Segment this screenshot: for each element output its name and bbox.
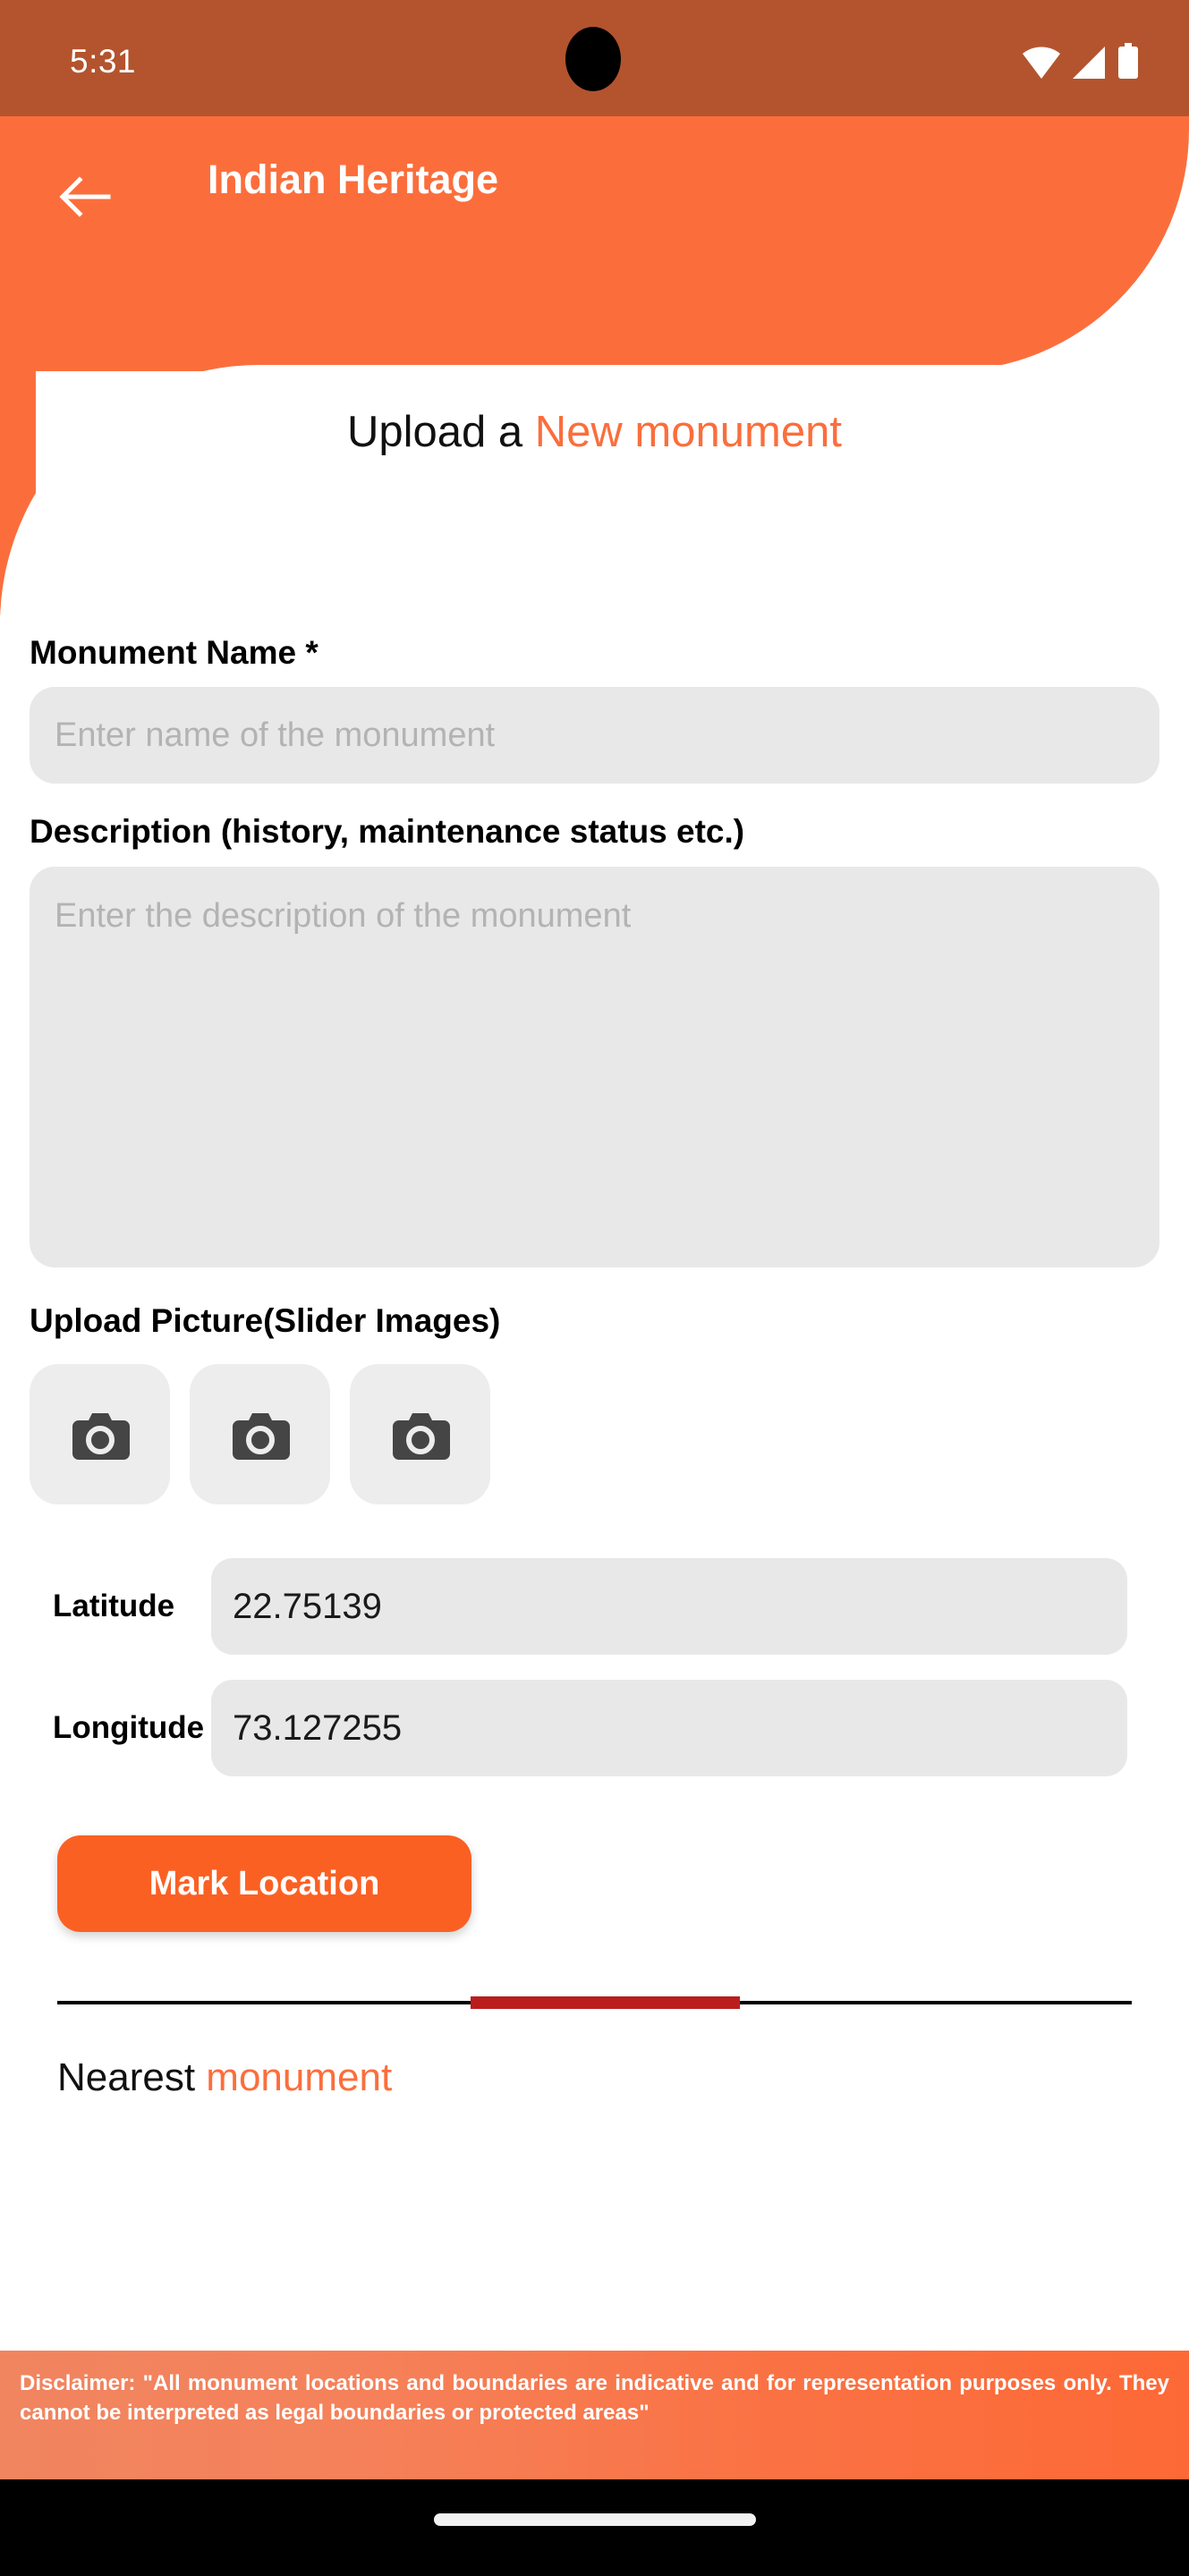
home-indicator[interactable] xyxy=(433,2513,756,2526)
wifi-icon xyxy=(1023,47,1060,79)
app-header: Indian Heritage xyxy=(0,116,1189,371)
longitude-row: Longitude xyxy=(30,1680,1159,1777)
status-bar-clock: 5:31 xyxy=(70,43,137,80)
back-button[interactable] xyxy=(49,161,121,233)
monument-name-label: Monument Name * xyxy=(30,634,318,671)
coordinates-section: Latitude Longitude xyxy=(30,1558,1159,1777)
description-label: Description (history, maintenance status… xyxy=(30,813,745,851)
longitude-label: Longitude xyxy=(53,1710,205,1746)
disclaimer-banner: Disclaimer: "All monument locations and … xyxy=(0,2351,1189,2479)
nearest-heading-accent: monument xyxy=(206,2055,393,2100)
content-panel xyxy=(0,365,1189,633)
camera-punch-hole xyxy=(565,27,621,91)
camera-icon xyxy=(392,1412,450,1460)
monument-name-field: Monument Name * xyxy=(30,633,1159,784)
photo-slot-2[interactable] xyxy=(190,1364,330,1505)
page-title: Indian Heritage xyxy=(208,157,499,202)
camera-icon xyxy=(232,1412,290,1460)
longitude-input[interactable] xyxy=(211,1680,1127,1777)
cellular-signal-icon xyxy=(1073,47,1105,79)
description-input[interactable] xyxy=(30,866,1159,1267)
latitude-input[interactable] xyxy=(211,1558,1127,1656)
battery-icon xyxy=(1118,43,1138,79)
upload-picture-label: Upload Picture(Slider Images) xyxy=(30,1301,501,1339)
latitude-row: Latitude xyxy=(30,1558,1159,1656)
system-navigation-bar xyxy=(0,2479,1189,2576)
photo-slot-3[interactable] xyxy=(350,1364,490,1505)
section-heading-prefix: Upload a xyxy=(347,408,535,456)
divider-progress-indicator[interactable] xyxy=(471,1996,740,2010)
section-divider xyxy=(57,1996,1132,2010)
arrow-left-icon xyxy=(59,176,111,217)
nearest-heading-prefix: Nearest xyxy=(57,2055,207,2100)
latitude-label: Latitude xyxy=(53,1589,175,1624)
section-heading-accent: New monument xyxy=(534,408,842,456)
disclaimer-text: Disclaimer: "All monument locations and … xyxy=(20,2371,1169,2426)
camera-icon xyxy=(72,1412,130,1460)
description-field: Description (history, maintenance status… xyxy=(30,812,1159,1267)
photo-slot-1[interactable] xyxy=(30,1364,170,1505)
monument-name-input[interactable] xyxy=(30,687,1159,784)
status-bar-icons xyxy=(1023,39,1139,79)
section-heading-nearest: Nearest monument xyxy=(57,2055,1159,2100)
mark-location-button[interactable]: Mark Location xyxy=(57,1835,471,1933)
photo-slot-list xyxy=(30,1364,1159,1505)
section-heading-upload: Upload a New monument xyxy=(0,407,1189,457)
phone-screen: 5:31 Indian Heritage Upload a New monume… xyxy=(0,0,1189,2576)
upload-form: Monument Name * Description (history, ma… xyxy=(0,633,1189,2100)
upload-picture-field: Upload Picture(Slider Images) xyxy=(30,1301,1159,1505)
status-bar: 5:31 xyxy=(0,0,1189,116)
